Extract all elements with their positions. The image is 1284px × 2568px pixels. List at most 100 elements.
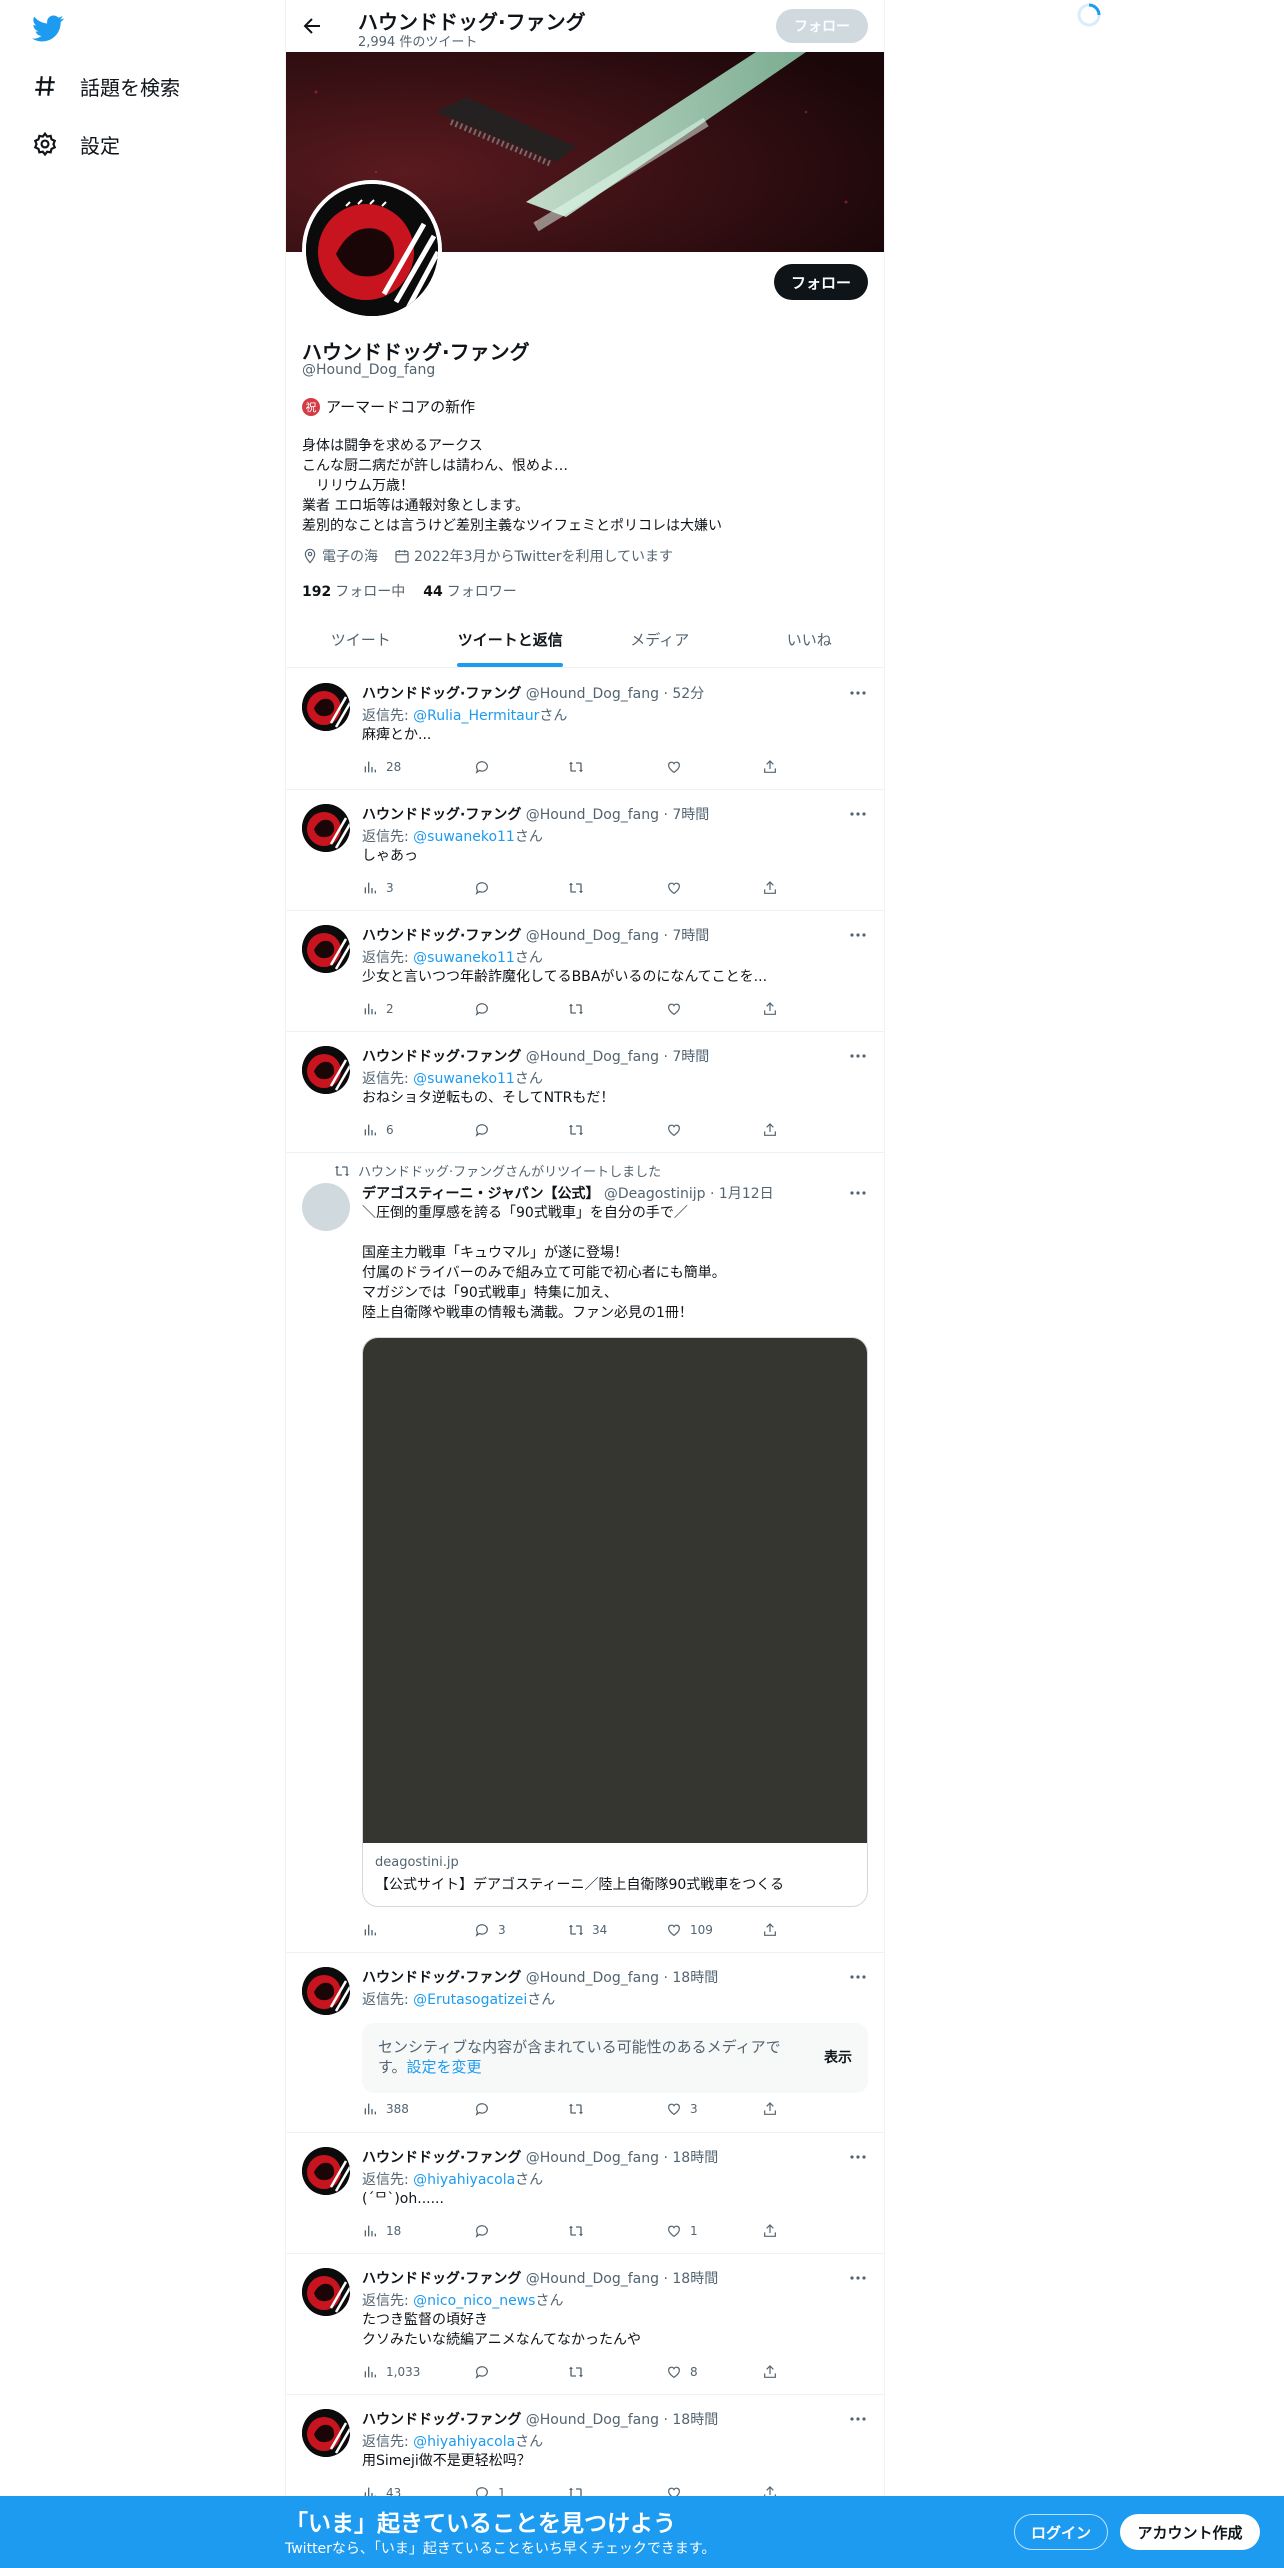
share-action[interactable] [762,1122,778,1138]
like-action[interactable]: 8 [666,2364,698,2380]
tab-likes[interactable]: いいね [735,612,885,667]
twitter-logo-icon[interactable] [32,12,72,44]
tweet-author-handle[interactable]: @Hound_Dog_fang [526,686,659,702]
tweet-author-handle[interactable]: @Hound_Dog_fang [526,807,659,823]
tweet[interactable]: ハウンドドッグ·ファング @Hound_Dog_fang · 18時間 返信先:… [286,1953,884,2133]
like-action[interactable] [666,1001,690,1017]
reply-to-link[interactable]: @hiyahiyacola [413,2434,515,2450]
tab-media[interactable]: メディア [585,612,735,667]
tweet-author-name[interactable]: ハウンドドッグ·ファング [362,807,521,823]
tweet-author-handle[interactable]: @Deagostinijp [604,1186,706,1202]
tweet-time[interactable]: 1月12日 [719,1186,774,1202]
reply-to-link[interactable]: @Erutasogatizei [413,1992,527,2008]
tweet[interactable]: ハウンドドッグ·ファングさんがリツイートしました デアゴスティーニ・ジャパン【公… [286,1153,884,1953]
retweet-action[interactable] [568,1001,592,1017]
followers-link[interactable]: 44 フォロワー [423,581,516,601]
more-options-icon[interactable] [848,2147,868,2167]
tweet-author-handle[interactable]: @Hound_Dog_fang [526,2271,659,2287]
link-card[interactable]: deagostini.jp 【公式サイト】デアゴスティーニ／陸上自衛隊90式戦車… [362,1337,868,1907]
views-action[interactable]: 3 [362,880,394,896]
reply-action[interactable] [474,2223,498,2239]
tweet-time[interactable]: 7時間 [672,807,709,823]
change-settings-link[interactable]: 設定を変更 [407,2058,482,2076]
reply-action[interactable] [474,2101,498,2117]
more-options-icon[interactable] [848,804,868,824]
tweet-time[interactable]: 7時間 [672,928,709,944]
share-action[interactable] [762,2101,778,2117]
tweet-author-name[interactable]: デアゴスティーニ・ジャパン【公式】 [362,1186,599,1202]
following-link[interactable]: 192 フォロー中 [302,581,405,601]
more-options-icon[interactable] [848,1967,868,1987]
like-action[interactable]: 1 [666,2223,698,2239]
tweet-author-name[interactable]: ハウンドドッグ·ファング [362,2412,521,2428]
tweet-author-name[interactable]: ハウンドドッグ·ファング [362,686,521,702]
reply-to-link[interactable]: @suwaneko11 [413,950,515,966]
tweet-time[interactable]: 18時間 [672,1970,718,1986]
tweet[interactable]: ハウンドドッグ·ファング @Hound_Dog_fang · 7時間 返信先: … [286,911,884,1032]
tweet-avatar[interactable] [302,1183,350,1231]
tweet[interactable]: ハウンドドッグ·ファング @Hound_Dog_fang · 52分 返信先: … [286,669,884,790]
retweet-action[interactable]: 34 [568,1922,607,1938]
reply-to-link[interactable]: @suwaneko11 [413,1071,515,1087]
like-action[interactable]: 109 [666,1922,713,1938]
tweet-author-name[interactable]: ハウンドドッグ·ファング [362,2271,521,2287]
share-action[interactable] [762,2364,778,2380]
reply-action[interactable] [474,759,498,775]
nav-settings[interactable]: 設定 [32,124,120,164]
more-options-icon[interactable] [848,683,868,703]
share-action[interactable] [762,759,778,775]
tweet[interactable]: ハウンドドッグ·ファング @Hound_Dog_fang · 7時間 返信先: … [286,790,884,911]
views-action[interactable]: 28 [362,759,401,775]
reply-action[interactable]: 3 [474,1922,506,1938]
like-action[interactable] [666,1122,690,1138]
tweet-avatar[interactable] [302,2409,350,2457]
tweet-author-handle[interactable]: @Hound_Dog_fang [526,2150,659,2166]
tweet-author-handle[interactable]: @Hound_Dog_fang [526,2412,659,2428]
retweet-action[interactable] [568,759,592,775]
tweet-author-handle[interactable]: @Hound_Dog_fang [526,1049,659,1065]
retweet-action[interactable] [568,2101,592,2117]
nav-explore[interactable]: 話題を検索 [32,66,180,106]
tweet-avatar[interactable] [302,683,350,731]
tab-tweets[interactable]: ツイート [286,612,436,667]
tweet-avatar[interactable] [302,2268,350,2316]
tweet-avatar[interactable] [302,804,350,852]
views-action[interactable]: 388 [362,2101,409,2117]
reply-to-link[interactable]: @suwaneko11 [413,829,515,845]
tweet[interactable]: ハウンドドッグ·ファング @Hound_Dog_fang · 18時間 返信先:… [286,2254,884,2395]
more-options-icon[interactable] [848,2409,868,2429]
signup-button[interactable]: アカウント作成 [1120,2514,1260,2550]
login-button[interactable]: ログイン [1014,2514,1108,2550]
share-action[interactable] [762,1001,778,1017]
tweet-avatar[interactable] [302,1046,350,1094]
retweet-action[interactable] [568,2223,592,2239]
reply-to-link[interactable]: @hiyahiyacola [413,2172,515,2188]
share-action[interactable] [762,2223,778,2239]
views-action[interactable]: 2 [362,1001,394,1017]
tweet-author-name[interactable]: ハウンドドッグ·ファング [362,1970,521,1986]
tweet-avatar[interactable] [302,1967,350,2015]
reply-to-link[interactable]: @Rulia_Hermitaur [413,708,539,724]
more-options-icon[interactable] [848,1046,868,1066]
share-action[interactable] [762,1922,778,1938]
reply-action[interactable] [474,1001,498,1017]
reply-to-link[interactable]: @nico_nico_news [413,2293,535,2309]
reply-action[interactable] [474,2364,498,2380]
tweet-time[interactable]: 18時間 [672,2412,718,2428]
retweet-action[interactable] [568,1122,592,1138]
tweet-time[interactable]: 52分 [672,686,704,702]
tweet-time[interactable]: 18時間 [672,2150,718,2166]
tweet[interactable]: ハウンドドッグ·ファング @Hound_Dog_fang · 7時間 返信先: … [286,1032,884,1153]
tweet-author-name[interactable]: ハウンドドッグ·ファング [362,2150,521,2166]
tweet-author-name[interactable]: ハウンドドッグ·ファング [362,928,521,944]
tweet-author-handle[interactable]: @Hound_Dog_fang [526,928,659,944]
like-action[interactable] [666,759,690,775]
follow-button[interactable]: フォロー [774,264,868,300]
tab-tweets-and-replies[interactable]: ツイートと返信 [436,612,586,667]
share-action[interactable] [762,880,778,896]
show-media-button[interactable]: 表示 [824,2047,852,2067]
profile-avatar[interactable] [302,180,442,320]
like-action[interactable] [666,880,690,896]
back-arrow-icon[interactable] [300,14,324,38]
views-action[interactable]: 6 [362,1122,394,1138]
